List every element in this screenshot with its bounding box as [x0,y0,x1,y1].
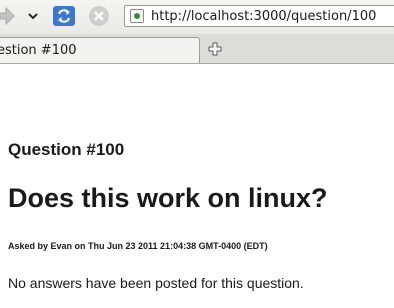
forward-arrow-icon[interactable] [0,5,16,27]
site-identity-icon[interactable] [130,9,144,23]
stop-icon[interactable] [88,5,110,27]
address-bar[interactable]: http://localhost:3000/question/100 [124,5,394,27]
navigation-toolbar: http://localhost:3000/question/100 [0,0,394,34]
url-text[interactable]: http://localhost:3000/question/100 [151,8,376,25]
tab-question-100[interactable]: estion #100 [0,37,200,63]
page-content: Question #100 Does this work on linux? A… [0,64,394,308]
question-number: Question #100 [8,140,125,159]
question-title: Does this work on linux? [8,183,328,213]
new-tab-icon[interactable] [208,41,222,56]
answers-empty-message: No answers have been posted for this que… [8,275,304,291]
question-meta: Asked by Evan on Thu Jun 23 2011 21:04:3… [8,241,268,251]
chevron-down-icon[interactable] [26,8,40,30]
reload-icon[interactable] [52,5,76,27]
tab-title: estion #100 [0,43,77,58]
tab-strip: estion #100 [0,34,394,64]
